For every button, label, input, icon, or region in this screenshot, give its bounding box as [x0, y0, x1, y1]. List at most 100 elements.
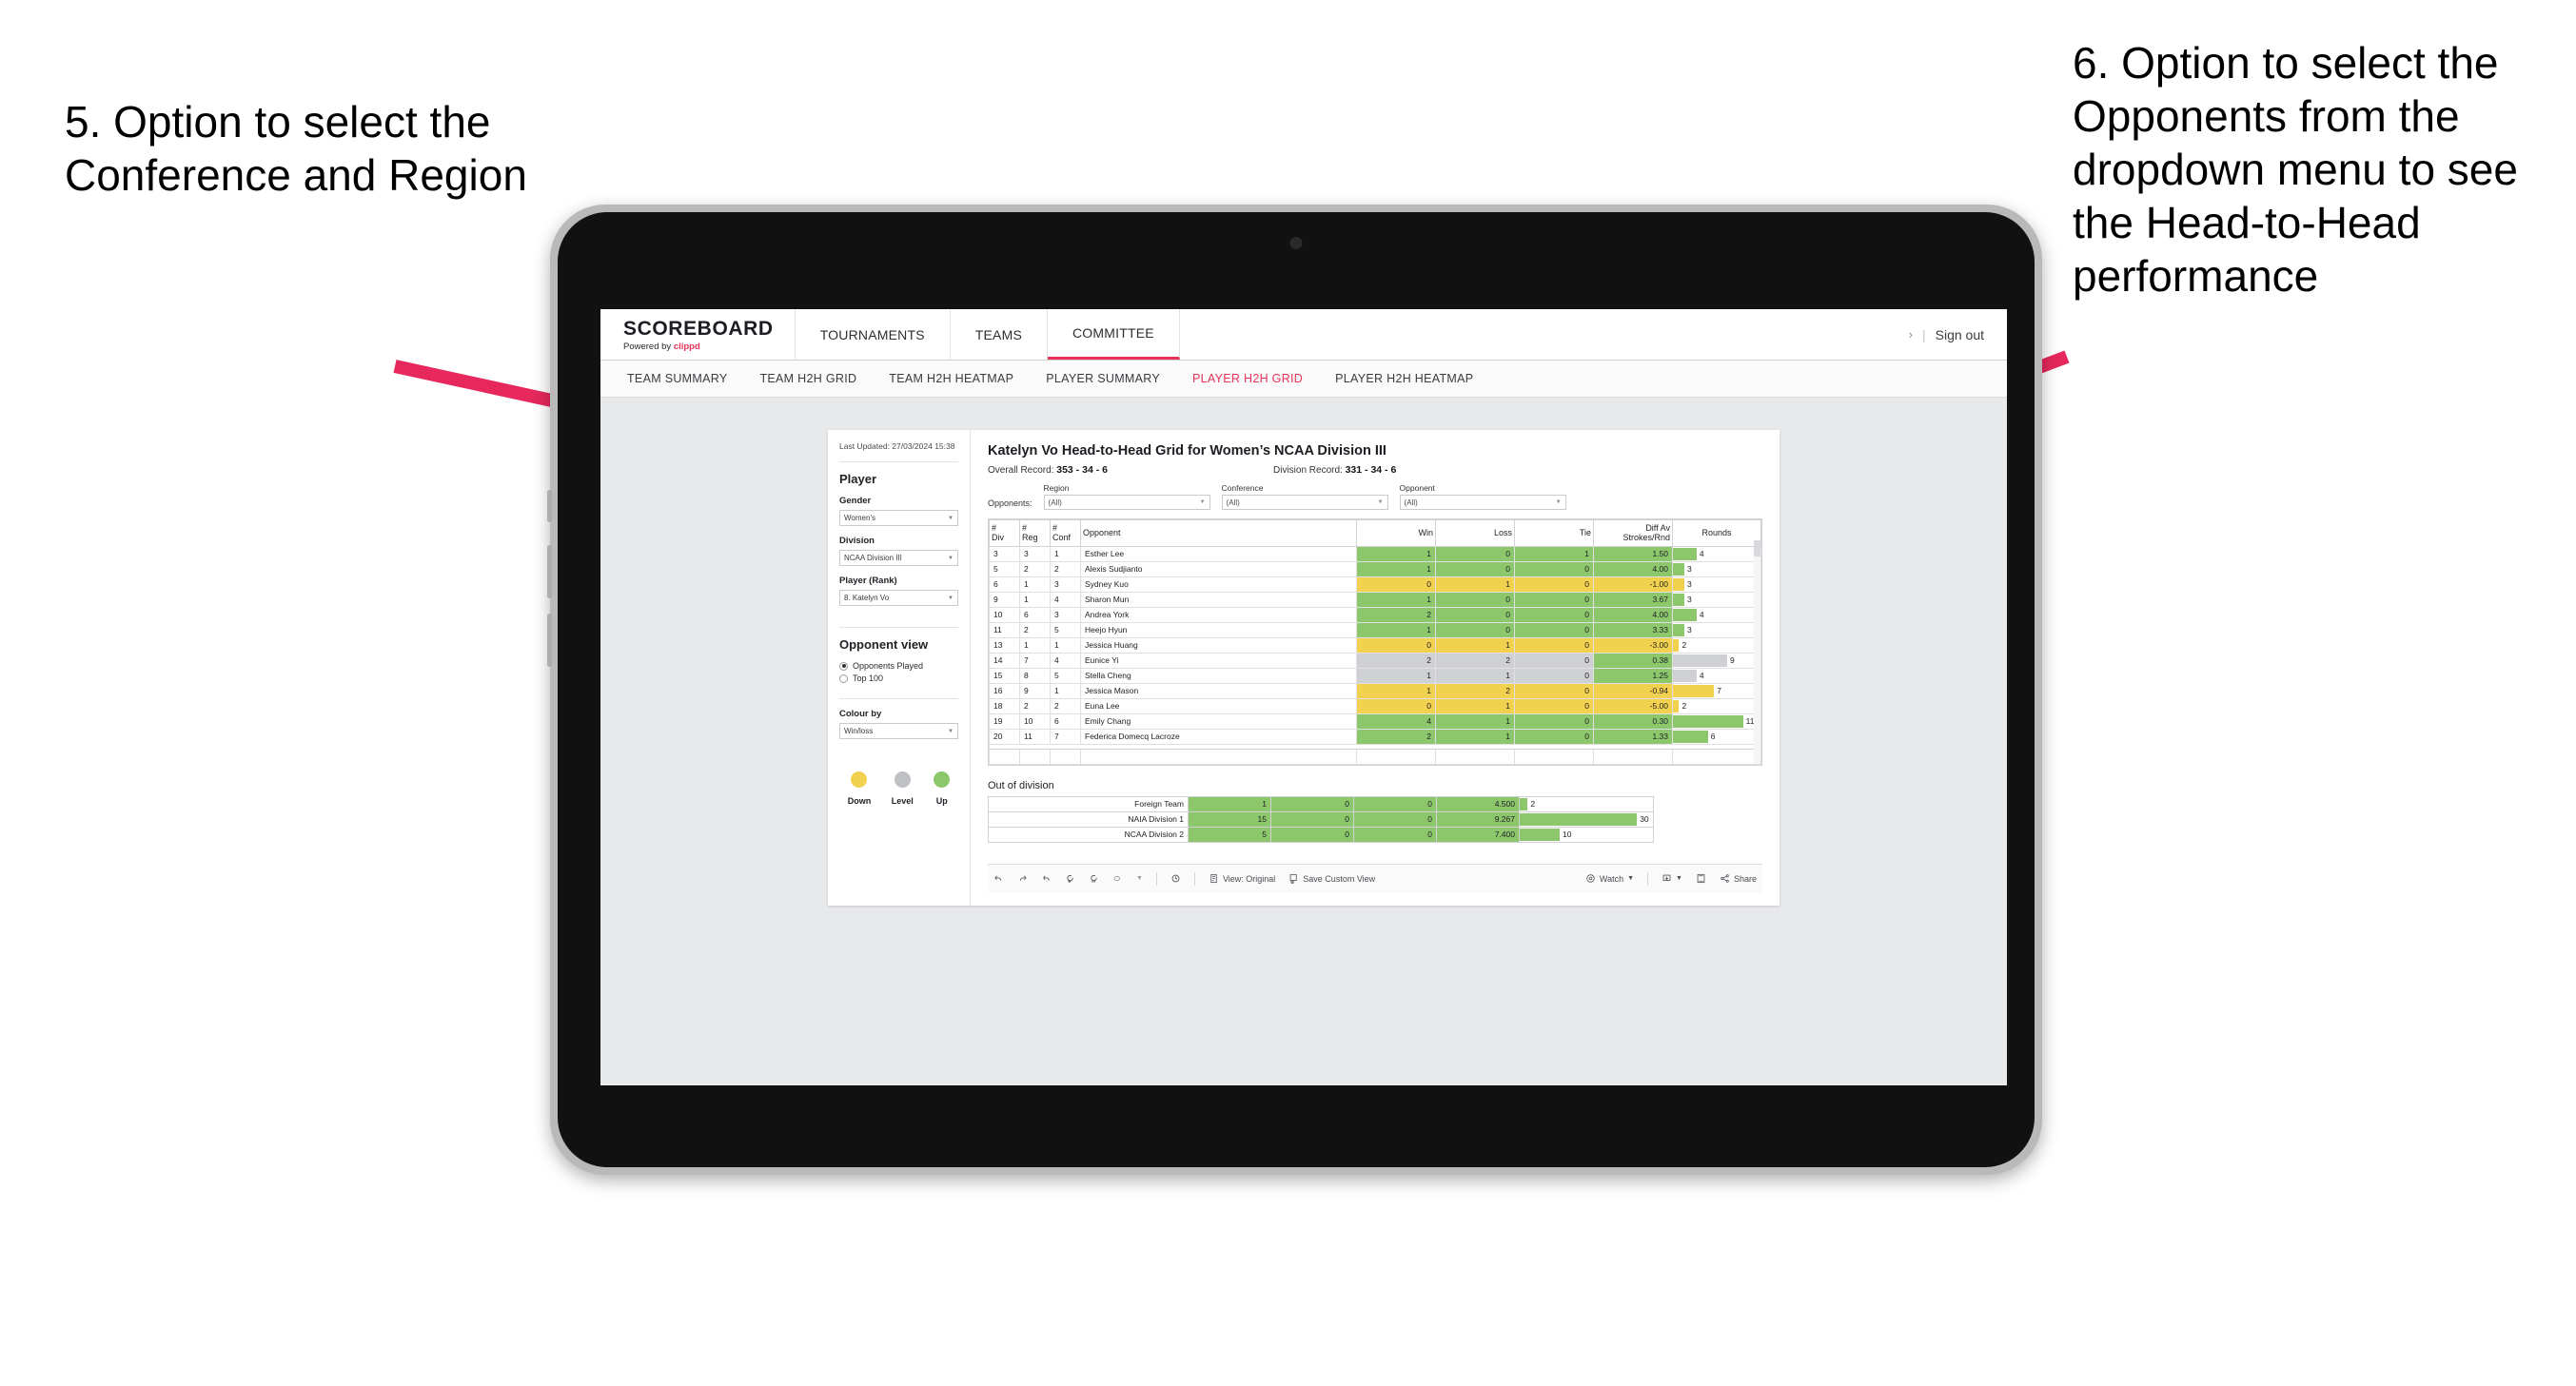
- conference-select[interactable]: (All) ▼: [1221, 495, 1388, 510]
- table-row[interactable]: 10 6 3 Andrea York 2 0 0 4.00 4: [989, 606, 1761, 623]
- undo-icon[interactable]: [993, 873, 1004, 884]
- history-icon[interactable]: [1170, 873, 1181, 884]
- filler-cell: [1435, 748, 1515, 765]
- table-row[interactable]: 14 7 4 Eunice Yi 2 2 0 0.38 9: [989, 652, 1761, 669]
- page-title: Katelyn Vo Head-to-Head Grid for Women’s…: [988, 443, 1386, 459]
- overall-record-value: 353 - 34 - 6: [1056, 464, 1108, 476]
- cell-rounds: 9: [1672, 652, 1761, 669]
- cell-diff: 0.30: [1593, 713, 1673, 730]
- cell-opponent: Euna Lee: [1080, 697, 1357, 714]
- view-original-button[interactable]: View: Original: [1209, 873, 1275, 884]
- nav-tab-teams[interactable]: TEAMS: [951, 309, 1048, 360]
- rounds-value: 10: [1563, 829, 1572, 839]
- out-of-division-row[interactable]: NCAA Division 2 5 0 0 7.400 10: [988, 826, 1654, 843]
- rounds-bar: 9: [1673, 654, 1760, 667]
- cell-tie: 0: [1514, 636, 1594, 654]
- download-button[interactable]: ▼: [1662, 873, 1682, 884]
- region-value: (All): [1048, 498, 1062, 507]
- grid-vertical-scrollbar[interactable]: [1754, 540, 1760, 764]
- cell-diff: -1.00: [1593, 576, 1673, 593]
- fullscreen-icon[interactable]: [1696, 873, 1706, 884]
- cell-reg: 1: [1019, 636, 1051, 654]
- save-custom-view-button[interactable]: Save Custom View: [1288, 873, 1375, 884]
- nav-tab-tournaments[interactable]: TOURNAMENTS: [796, 309, 951, 360]
- table-row[interactable]: 11 2 5 Heejo Hyun 1 0 0 3.33 3: [989, 621, 1761, 638]
- filler-cell: [1050, 748, 1081, 765]
- col-rounds: Rounds: [1672, 519, 1761, 547]
- h2h-grid-header-row: # Div # Reg # Conf Opponent Win Loss Tie Di…: [989, 519, 1761, 547]
- out-of-division-row[interactable]: Foreign Team 1 0 0 4.500 2: [988, 795, 1654, 812]
- region-select[interactable]: (All) ▼: [1043, 495, 1210, 510]
- cell-reg: 1: [1019, 591, 1051, 608]
- cell-loss: 2: [1435, 652, 1515, 669]
- cell-div: 5: [989, 560, 1020, 577]
- chevron-down-icon[interactable]: ▼: [1136, 875, 1143, 882]
- subnav-player-h2h-grid[interactable]: PLAYER H2H GRID: [1192, 372, 1303, 385]
- table-row[interactable]: 9 1 4 Sharon Mun 1 0 0 3.67 3: [989, 591, 1761, 608]
- rounds-value: 30: [1640, 813, 1649, 824]
- subnav-player-summary[interactable]: PLAYER SUMMARY: [1046, 372, 1160, 385]
- undo-arrow-icon[interactable]: [1112, 873, 1123, 884]
- radio-top-100[interactable]: Top 100: [839, 673, 958, 683]
- powered-by-text: Powered by: [623, 341, 674, 352]
- table-row[interactable]: 16 9 1 Jessica Mason 1 2 0 -0.94 7: [989, 682, 1761, 699]
- division-select[interactable]: NCAA Division III ▼: [839, 550, 958, 567]
- cell-reg: 2: [1019, 560, 1051, 577]
- cell-loss: 1: [1435, 713, 1515, 730]
- redo-icon[interactable]: [1017, 873, 1028, 884]
- cell-diff: 3.33: [1593, 621, 1673, 638]
- subnav-player-h2h-heatmap[interactable]: PLAYER H2H HEATMAP: [1335, 372, 1473, 385]
- filter-region-label: Region: [1043, 483, 1070, 493]
- cell-conf: 2: [1050, 697, 1081, 714]
- table-row[interactable]: 20 11 7 Federica Domecq Lacroze 2 1 0 1.33 6: [989, 728, 1761, 745]
- subnav-team-h2h-heatmap[interactable]: TEAM H2H HEATMAP: [889, 372, 1013, 385]
- cell-ood-win: 5: [1188, 826, 1271, 843]
- table-row[interactable]: 13 1 1 Jessica Huang 0 1 0 -3.00 2: [989, 636, 1761, 654]
- division-record: Division Record: 331 - 34 - 6: [1273, 464, 1396, 476]
- table-row[interactable]: 18 2 2 Euna Lee 0 1 0 -5.00 2: [989, 697, 1761, 714]
- panel-divider-1: [839, 461, 958, 463]
- chevron-right-icon[interactable]: ›: [1909, 327, 1913, 342]
- cell-reg: 6: [1019, 606, 1051, 623]
- filter-opponent: Opponent (All) ▼: [1399, 483, 1566, 510]
- cell-opponent: Jessica Huang: [1080, 636, 1357, 654]
- device-bezel: SCOREBOARD Powered by clippd TOURNAMENTS…: [558, 212, 2035, 1167]
- out-of-division-row[interactable]: NAIA Division 1 15 0 0 9.267 30: [988, 810, 1654, 828]
- cell-div: 9: [989, 591, 1020, 608]
- table-row[interactable]: 3 3 1 Esther Lee 1 0 1 1.50 4: [989, 545, 1761, 562]
- table-row[interactable]: 15 8 5 Stella Cheng 1 1 0 1.25 4: [989, 667, 1761, 684]
- revert-icon[interactable]: [1041, 873, 1052, 884]
- rounds-bar-fill: [1673, 669, 1697, 682]
- gender-select[interactable]: Women’s ▼: [839, 510, 958, 527]
- cell-opponent: Jessica Mason: [1080, 682, 1357, 699]
- table-row[interactable]: 6 1 3 Sydney Kuo 0 1 0 -1.00 3: [989, 576, 1761, 593]
- watch-button[interactable]: Watch ▼: [1585, 873, 1634, 884]
- table-row[interactable]: 5 2 2 Alexis Sudjianto 1 0 0 4.00 3: [989, 560, 1761, 577]
- nav-tab-committee[interactable]: COMMITTEE: [1047, 309, 1180, 360]
- refresh-icon[interactable]: [1065, 873, 1075, 884]
- share-button[interactable]: Share: [1720, 873, 1757, 884]
- h2h-grid-table: # Div # Reg # Conf Opponent Win Loss Tie Di…: [989, 519, 1761, 765]
- player-rank-select[interactable]: 8. Katelyn Vo ▼: [839, 590, 958, 607]
- brand-logo: SCOREBOARD Powered by clippd: [600, 309, 796, 360]
- table-row[interactable]: 19 10 6 Emily Chang 4 1 0 0.30 11: [989, 713, 1761, 730]
- cell-rounds: 2: [1672, 636, 1761, 654]
- cell-conf: 2: [1050, 560, 1081, 577]
- filler-cell: [1019, 748, 1051, 765]
- cell-div: 15: [989, 667, 1020, 684]
- radio-opponents-played[interactable]: Opponents Played: [839, 661, 958, 671]
- cell-tie: 0: [1514, 606, 1594, 623]
- brand-name: SCOREBOARD: [623, 317, 774, 340]
- pause-icon[interactable]: [1089, 873, 1099, 884]
- sign-out-link[interactable]: Sign out: [1936, 327, 1984, 342]
- subnav-team-summary[interactable]: TEAM SUMMARY: [627, 372, 727, 385]
- rounds-value: 9: [1730, 654, 1735, 665]
- cell-div: 20: [989, 728, 1020, 745]
- subnav-team-h2h-grid[interactable]: TEAM H2H GRID: [759, 372, 856, 385]
- scrollbar-thumb[interactable]: [1754, 540, 1760, 556]
- h2h-grid-body: 3 3 1 Esther Lee 1 0 1 1.50 4 5 2 2 Alexis Sudjianto…: [989, 545, 1761, 765]
- colour-by-select[interactable]: Win/loss ▼: [839, 723, 958, 740]
- cell-tie: 0: [1514, 697, 1594, 714]
- cell-reg: 10: [1019, 713, 1051, 730]
- opponent-select[interactable]: (All) ▼: [1399, 495, 1566, 510]
